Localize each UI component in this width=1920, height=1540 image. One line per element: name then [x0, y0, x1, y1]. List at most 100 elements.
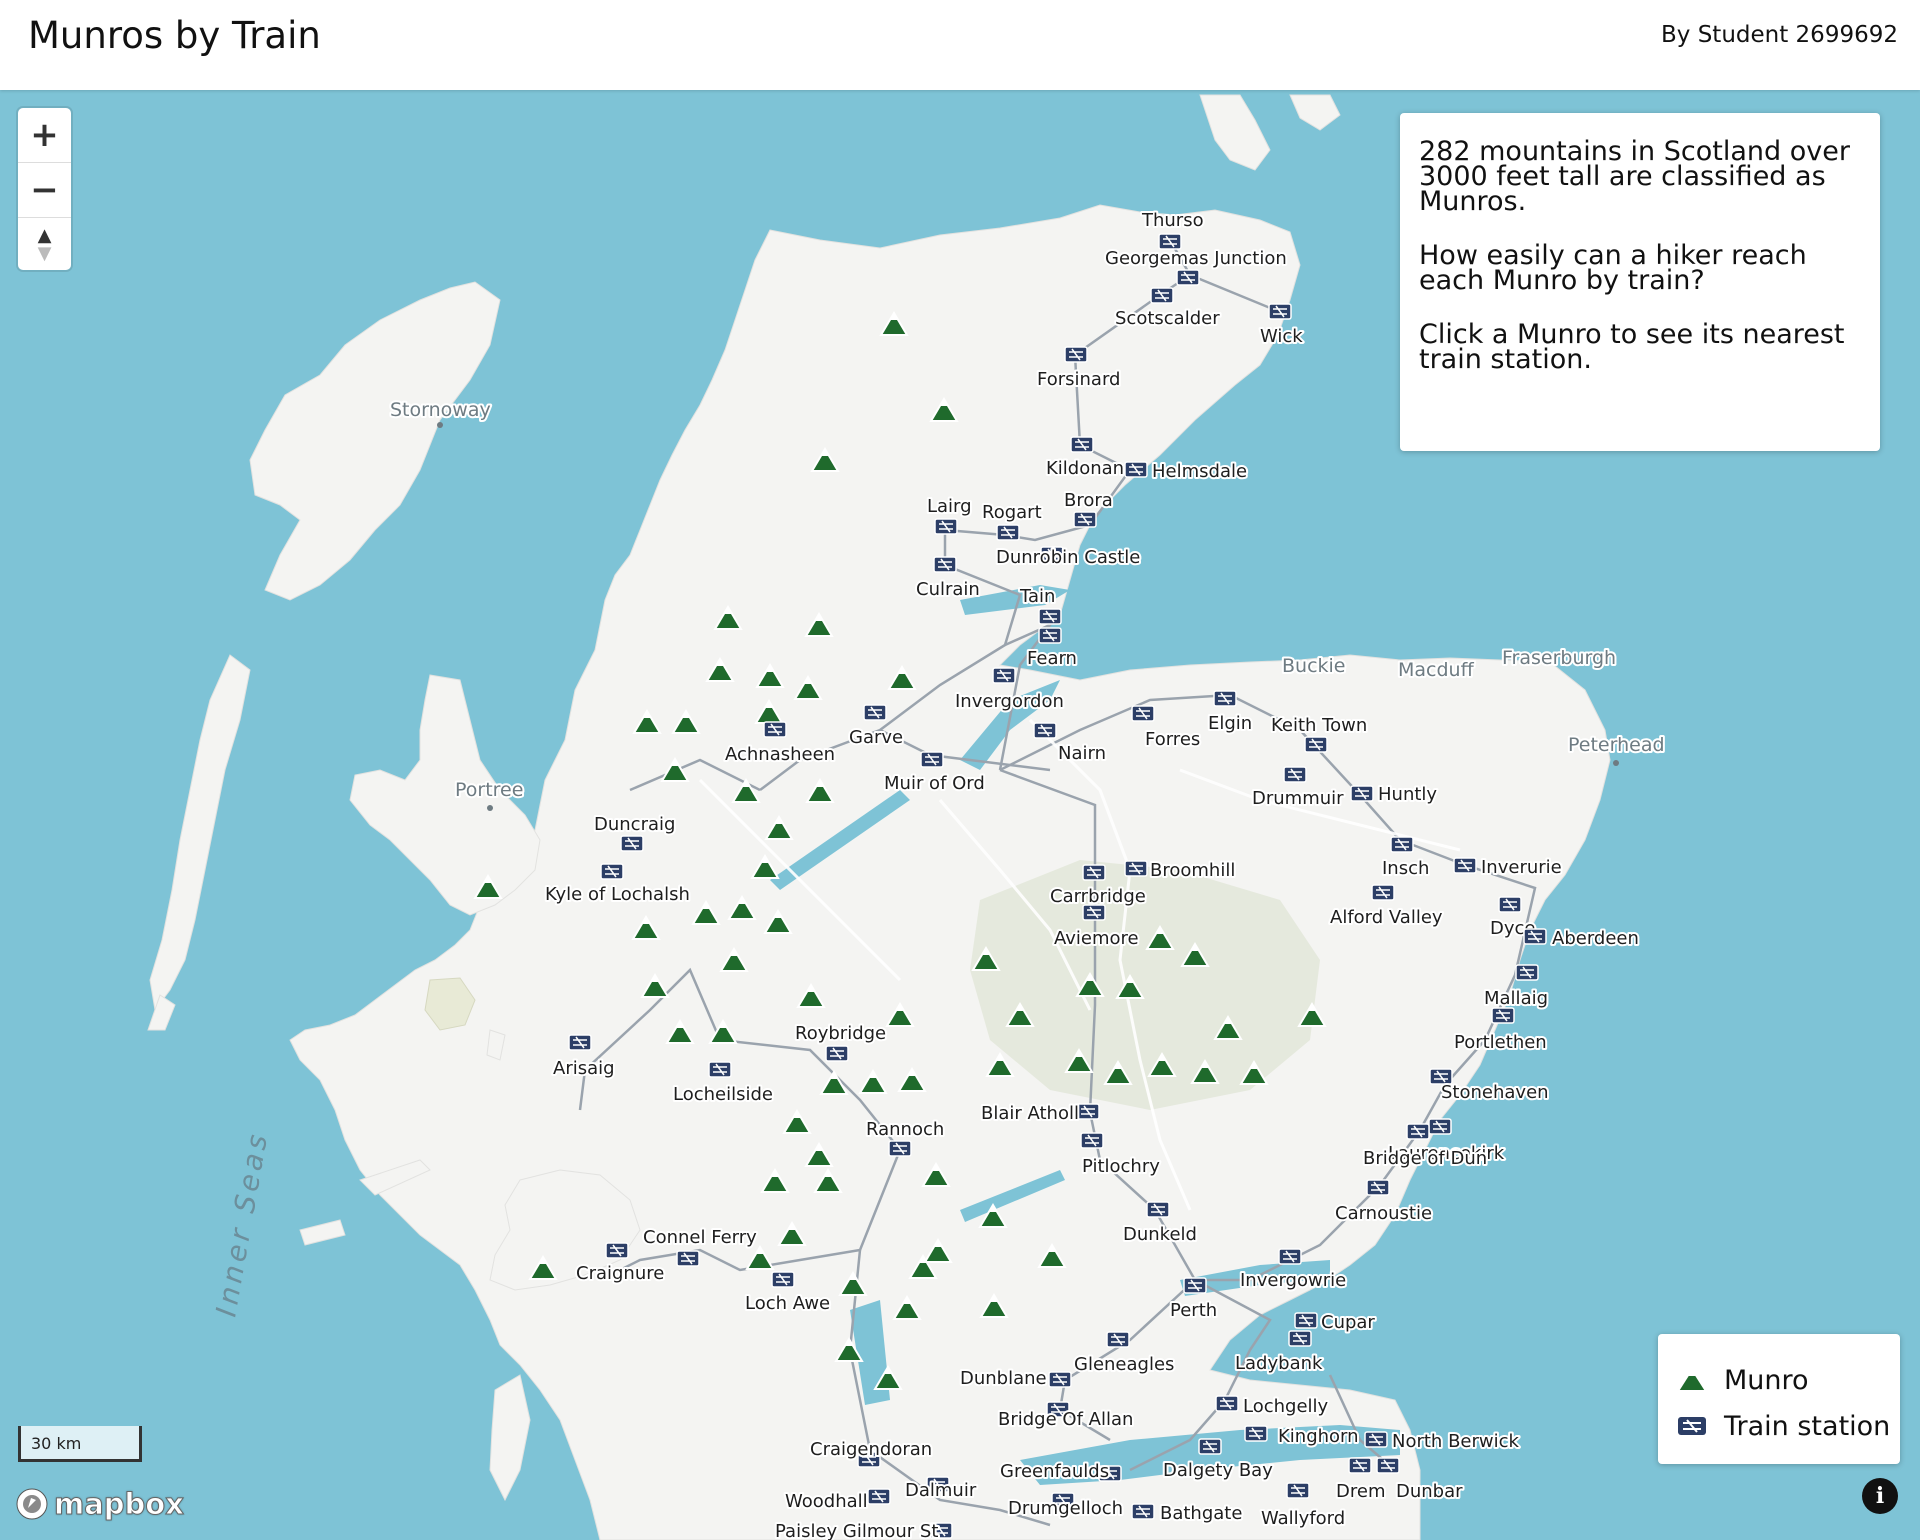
station-label: Craignure [576, 1263, 664, 1284]
station-label: Locheilside [673, 1084, 773, 1105]
info-paragraph: How easily can a hiker reach each Munro … [1419, 240, 1807, 296]
town-label: Macduff [1398, 659, 1475, 681]
compass-south-icon: ▼ [37, 243, 52, 264]
station-label: Brora [1064, 490, 1113, 511]
town-label: Portree [455, 779, 523, 801]
station-label: Drem [1336, 1481, 1385, 1502]
station-label: Lochgelly [1243, 1396, 1329, 1417]
legend-station-label: Train station [1724, 1410, 1891, 1442]
station-label: Dunblane [960, 1368, 1047, 1389]
station-label: Dunbar [1396, 1481, 1463, 1502]
station-label: Dunkeld [1123, 1224, 1197, 1245]
station-label: Georgemas Junction [1105, 248, 1287, 269]
station-label: Muir of Ord [884, 773, 985, 794]
town-dot [437, 422, 443, 428]
town-label: Stornoway [390, 399, 491, 421]
station-label: Dunrobin Castle [996, 547, 1140, 568]
station-label: Lairg [927, 496, 972, 517]
attribution-info-button[interactable]: i [1862, 1478, 1898, 1514]
town-dot [1613, 760, 1619, 766]
station-label: Invergowrie [1240, 1270, 1346, 1291]
station-label: Carnoustie [1335, 1203, 1432, 1224]
station-label: Wick [1260, 326, 1303, 347]
station-label: Huntly [1378, 784, 1437, 805]
station-label: Culrain [916, 579, 980, 600]
scale-bar: 30 km [18, 1426, 142, 1462]
station-label: Craigendoran [810, 1439, 932, 1460]
station-label: Elgin [1208, 713, 1252, 734]
station-label: Aviemore [1054, 928, 1139, 949]
zoom-in-button[interactable]: + [18, 108, 71, 163]
station-label: Cupar [1321, 1312, 1375, 1333]
station-label: Achnasheen [725, 744, 835, 765]
station-label: Nairn [1058, 743, 1106, 764]
map-legend: Munro Train station [1658, 1334, 1900, 1464]
station-label: Kyle of Lochalsh [545, 884, 690, 905]
station-label: Bridge of Dun [1363, 1148, 1487, 1169]
app-header: Munros by Train By Student 2699692 [0, 0, 1920, 90]
station-label: Scotscalder [1115, 308, 1220, 329]
station-label: Portlethen [1454, 1032, 1547, 1053]
station-label: Rannoch [866, 1119, 944, 1140]
station-label: Keith Town [1271, 715, 1367, 736]
mapbox-logo[interactable]: mapbox [14, 1486, 184, 1522]
map-navigation-control: + − ▲ ▼ [18, 108, 71, 270]
mapbox-logo-icon [16, 1488, 48, 1520]
station-label: Garve [849, 727, 903, 748]
station-label: Dalmuir [905, 1480, 977, 1501]
station-label: Connel Ferry [643, 1227, 757, 1248]
station-label: Bathgate [1160, 1503, 1242, 1524]
compass-button[interactable]: ▲ ▼ [18, 218, 71, 272]
station-label: Paisley Gilmour St [775, 1521, 938, 1540]
station-label: North Berwick [1392, 1431, 1520, 1452]
station-label: Forsinard [1037, 369, 1120, 390]
town-label: Peterhead [1568, 734, 1665, 756]
station-label: Woodhall [785, 1491, 868, 1512]
legend-munro-label: Munro [1724, 1364, 1809, 1396]
munro-icon [1676, 1367, 1708, 1392]
station-label: Roybridge [795, 1023, 886, 1044]
zoom-out-button[interactable]: − [18, 163, 71, 218]
station-label: Broomhill [1150, 860, 1235, 881]
station-label: Duncraig [594, 814, 675, 835]
town-label: Fraserburgh [1502, 647, 1616, 669]
station-label: Stonehaven [1441, 1082, 1549, 1103]
info-paragraph: Click a Munro to see its nearest train s… [1419, 319, 1845, 375]
station-label: Wallyford [1261, 1508, 1345, 1529]
station-label: Pitlochry [1082, 1156, 1160, 1177]
station-label: Thurso [1141, 210, 1204, 231]
station-label: Fearn [1027, 648, 1077, 669]
town-dot [487, 805, 493, 811]
station-label: Greenfaulds [1000, 1461, 1109, 1482]
station-label: Drumgelloch [1008, 1498, 1123, 1519]
station-label: Helmsdale [1152, 461, 1247, 482]
info-paragraph: 282 mountains in Scotland over 3000 feet… [1419, 136, 1850, 217]
train-station-marker[interactable]: Greenfaulds [998, 1459, 1122, 1484]
station-label: Invergordon [955, 691, 1064, 712]
train-station-icon [1678, 1417, 1706, 1435]
station-label: Alford Valley [1330, 907, 1443, 928]
station-label: Loch Awe [745, 1293, 830, 1314]
page-title: Munros by Train [28, 14, 321, 57]
station-label: Insch [1382, 858, 1429, 879]
train-station-marker[interactable]: Dunrobin Castle [994, 545, 1142, 570]
station-label: Rogart [982, 502, 1042, 523]
station-label: Dalgety Bay [1163, 1460, 1273, 1481]
station-label: Mallaig [1484, 988, 1548, 1009]
station-label: Arisaig [553, 1058, 615, 1079]
station-label: Carrbridge [1050, 886, 1146, 907]
town-label: Buckie [1282, 655, 1346, 677]
station-label: Tain [1019, 586, 1055, 607]
station-label: Kildonan [1046, 458, 1124, 479]
train-station-marker[interactable]: Dalmuir [903, 1476, 979, 1503]
station-label: Gleneagles [1074, 1354, 1174, 1375]
station-label: Drummuir [1252, 788, 1344, 809]
train-station-marker[interactable]: Paisley Gilmour St [773, 1519, 953, 1540]
station-label: Forres [1145, 729, 1200, 750]
station-label: Perth [1170, 1300, 1217, 1321]
station-label: Ladybank [1235, 1353, 1323, 1374]
author-byline: By Student 2699692 [1661, 22, 1898, 48]
info-panel: 282 mountains in Scotland over 3000 feet… [1400, 113, 1880, 451]
mapbox-logo-text: mapbox [54, 1487, 185, 1522]
station-label: Inverurie [1481, 857, 1562, 878]
